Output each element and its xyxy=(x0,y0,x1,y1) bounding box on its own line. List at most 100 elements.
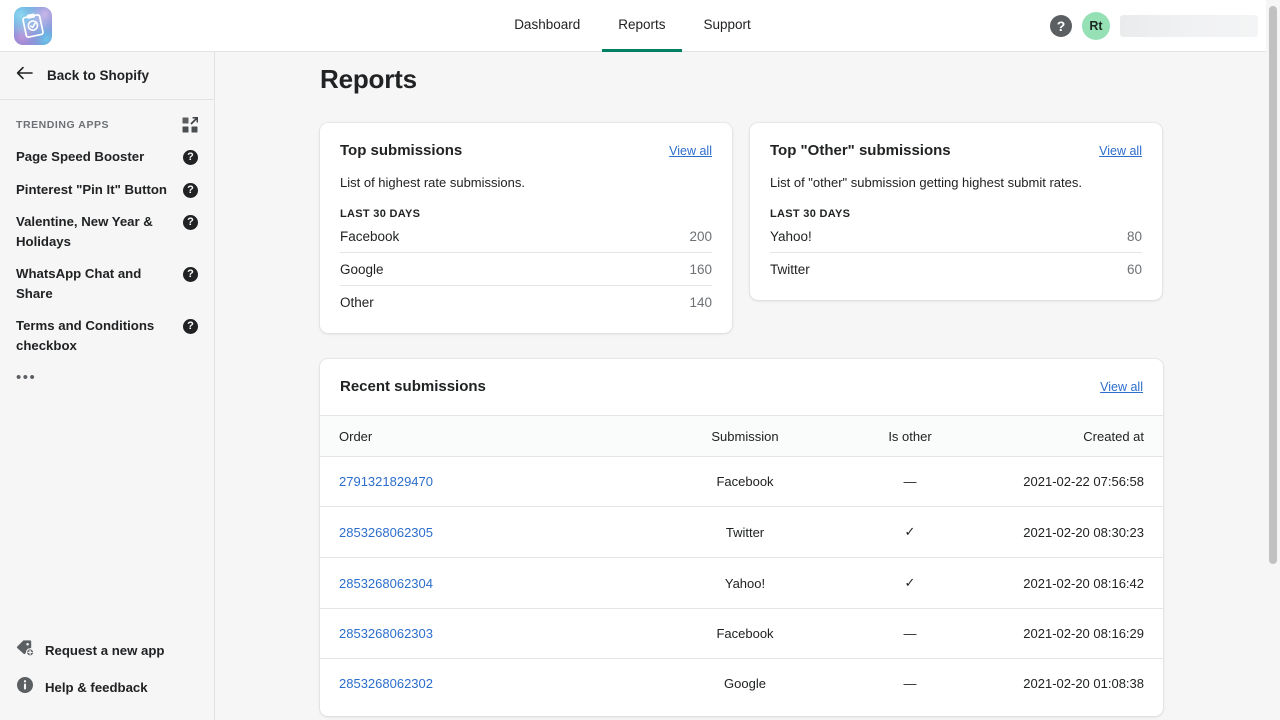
grid-expand-icon[interactable] xyxy=(182,117,198,133)
cell-created-at: 2021-02-20 08:16:42 xyxy=(980,557,1163,609)
order-link[interactable]: 2853268062305 xyxy=(339,525,433,540)
page-scrollbar-thumb[interactable] xyxy=(1269,6,1277,564)
sidebar-app-label: Page Speed Booster xyxy=(16,149,145,164)
table-head: Order Submission Is other Created at xyxy=(320,415,1163,457)
help-and-feedback-button[interactable]: Help & feedback xyxy=(0,669,214,706)
view-all-link-recent-submissions[interactable]: View all xyxy=(1100,380,1143,394)
top-bar-right: ? Rt xyxy=(1050,11,1266,40)
nav-tab-support[interactable]: Support xyxy=(688,0,767,52)
card-title: Recent submissions xyxy=(340,378,486,395)
cell-submission: Facebook xyxy=(650,456,840,507)
view-all-link-top-other-submissions[interactable]: View all xyxy=(1099,144,1142,158)
sidebar-app-label: WhatsApp Chat and Share xyxy=(16,266,142,301)
request-a-new-app-button[interactable]: Request a new app xyxy=(0,632,214,669)
list-item-value: 80 xyxy=(1126,228,1142,244)
order-link[interactable]: 2853268062303 xyxy=(339,626,433,641)
card-top-other-submissions: Top "Other" submissions View all List of… xyxy=(750,123,1162,300)
cell-is-other: — xyxy=(903,676,917,691)
cell-submission: Facebook xyxy=(650,608,840,659)
sidebar-footer: Request a new app Help & feedback xyxy=(0,632,214,720)
column-header-submission[interactable]: Submission xyxy=(650,415,840,457)
order-link[interactable]: 2791321829470 xyxy=(339,474,433,489)
sidebar-app-pinterest-pin-it-button[interactable]: Pinterest "Pin It" Button ? xyxy=(0,174,214,207)
top-submissions-list: Facebook 200 Google 160 Other 140 xyxy=(320,220,732,333)
back-to-shopify-label: Back to Shopify xyxy=(47,68,150,83)
sidebar-app-whatsapp-chat-and-share[interactable]: WhatsApp Chat and Share ? xyxy=(0,258,214,310)
trending-apps-list: Page Speed Booster ? Pinterest "Pin It" … xyxy=(0,141,214,389)
column-header-order[interactable]: Order xyxy=(320,415,650,457)
recent-submissions-table-wrapper: Order Submission Is other Created at 279… xyxy=(320,395,1163,716)
recent-submissions-table: Order Submission Is other Created at 279… xyxy=(320,415,1163,708)
cell-created-at: 2021-02-20 08:30:23 xyxy=(980,506,1163,558)
user-avatar[interactable]: Rt xyxy=(1082,11,1110,40)
list-item: Other 140 xyxy=(340,286,712,319)
clipboard-check-glyph xyxy=(22,12,44,38)
table-row: 2853268062303 Facebook — 2021-02-20 08:1… xyxy=(320,608,1163,659)
card-title: Top "Other" submissions xyxy=(770,142,951,159)
help-and-feedback-label: Help & feedback xyxy=(45,680,148,695)
trending-apps-title: TRENDING APPS xyxy=(16,119,110,131)
view-all-link-top-submissions[interactable]: View all xyxy=(669,144,712,158)
cell-is-other: ✓ xyxy=(840,506,980,558)
list-item-value: 200 xyxy=(689,228,712,244)
arrow-left-icon xyxy=(16,66,33,85)
sidebar-app-label: Pinterest "Pin It" Button xyxy=(16,181,167,197)
question-mark-icon[interactable]: ? xyxy=(183,319,198,334)
list-item-value: 140 xyxy=(689,295,712,310)
list-item-label: Twitter xyxy=(770,262,810,277)
order-link[interactable]: 2853268062304 xyxy=(339,576,433,591)
cell-is-other: ✓ xyxy=(840,557,980,609)
sidebar-app-label: Terms and Conditions checkbox xyxy=(16,318,155,353)
shop-name-placeholder xyxy=(1120,14,1258,37)
question-mark-icon[interactable]: ? xyxy=(183,267,198,282)
info-circle-icon xyxy=(16,676,34,699)
back-to-shopify-button[interactable]: Back to Shopify xyxy=(0,52,214,100)
sidebar-app-valentine-new-year-holidays[interactable]: Valentine, New Year & Holidays ? xyxy=(0,206,214,258)
card-header: Top submissions View all xyxy=(320,123,732,159)
list-item: Twitter 60 xyxy=(770,253,1142,286)
column-header-is-other[interactable]: Is other xyxy=(840,415,980,457)
app-logo-icon[interactable] xyxy=(14,6,52,45)
cell-created-at: 2021-02-20 08:16:29 xyxy=(980,608,1163,659)
table-row: 2853268062304 Yahoo! ✓ 2021-02-20 08:16:… xyxy=(320,557,1163,609)
order-link[interactable]: 2853268062302 xyxy=(339,676,433,691)
list-item: Yahoo! 80 xyxy=(770,220,1142,253)
question-mark-icon[interactable]: ? xyxy=(183,150,198,165)
help-icon[interactable]: ? xyxy=(1050,14,1072,37)
table-row: 2853268062305 Twitter ✓ 2021-02-20 08:30… xyxy=(320,506,1163,558)
sidebar-app-page-speed-booster[interactable]: Page Speed Booster ? xyxy=(0,141,214,174)
table-body: 2791321829470 Facebook — 2021-02-22 07:5… xyxy=(320,456,1163,709)
card-period-label: LAST 30 DAYS xyxy=(340,208,421,220)
question-mark-icon[interactable]: ? xyxy=(183,215,198,230)
main-content: Reports Top submissions View all List of… xyxy=(215,52,1266,720)
page-scrollbar-track[interactable] xyxy=(1266,0,1280,720)
column-header-created-at[interactable]: Created at xyxy=(980,415,1163,457)
logo-container xyxy=(0,6,215,45)
list-item: Facebook 200 xyxy=(340,220,712,253)
table-row: 2853268062302 Google — 2021-02-20 01:08:… xyxy=(320,659,1163,709)
card-header: Top "Other" submissions View all xyxy=(750,123,1162,159)
card-title: Top submissions xyxy=(340,142,463,159)
list-item-label: Google xyxy=(340,261,384,277)
more-apps-button[interactable]: ••• xyxy=(0,362,214,385)
cell-submission: Google xyxy=(724,676,766,691)
list-item: Google 160 xyxy=(340,253,712,286)
cell-is-other: — xyxy=(840,608,980,659)
list-item-label: Yahoo! xyxy=(770,228,812,244)
sidebar-app-terms-and-conditions-checkbox[interactable]: Terms and Conditions checkbox ? xyxy=(0,310,214,362)
question-mark-icon[interactable]: ? xyxy=(183,182,198,198)
list-item-value: 160 xyxy=(689,261,712,277)
card-header: Recent submissions View all xyxy=(320,359,1163,395)
summary-cards-row: Top submissions View all List of highest… xyxy=(320,123,1163,333)
trending-apps-header: TRENDING APPS xyxy=(0,100,214,141)
cell-created-at: 2021-02-20 01:08:38 xyxy=(1023,676,1144,691)
nav-tab-dashboard[interactable]: Dashboard xyxy=(498,0,596,52)
list-item-value: 60 xyxy=(1126,262,1142,277)
nav-tab-reports[interactable]: Reports xyxy=(602,0,682,52)
card-subtitle: List of "other" submission getting highe… xyxy=(770,175,1082,190)
list-item-label: Other xyxy=(340,295,374,310)
cell-submission: Twitter xyxy=(650,506,840,558)
cell-is-other: — xyxy=(840,456,980,507)
card-recent-submissions: Recent submissions View all Order Submis… xyxy=(320,359,1163,716)
sidebar-app-label: Valentine, New Year & Holidays xyxy=(16,214,153,249)
